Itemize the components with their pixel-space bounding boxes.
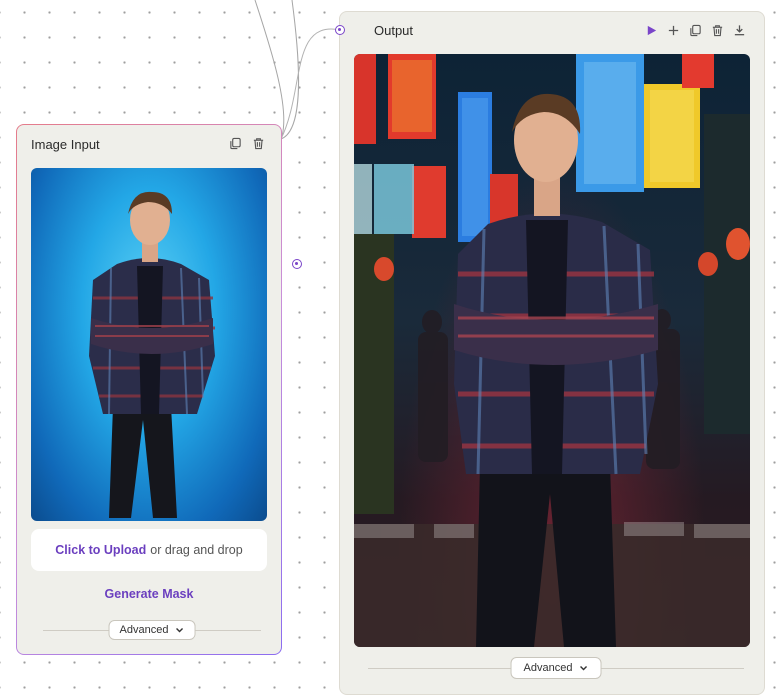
upload-hint: or drag and drop (150, 543, 243, 557)
input-image-preview[interactable] (31, 168, 267, 521)
node-toolbar (644, 23, 746, 37)
upload-dropzone[interactable]: Click to Upload or drag and drop (31, 529, 267, 571)
node-title: Output (374, 23, 414, 38)
trash-icon[interactable] (251, 136, 265, 150)
plus-icon[interactable] (666, 23, 680, 37)
connection-wire (280, 28, 341, 140)
play-icon[interactable] (644, 23, 658, 37)
connection-wire (254, 0, 285, 140)
trash-icon[interactable] (710, 23, 724, 37)
chevron-down-icon (579, 666, 587, 671)
copy-icon[interactable] (228, 136, 242, 150)
output-port[interactable] (292, 259, 302, 269)
output-node[interactable]: Output Advanced (339, 11, 765, 695)
chevron-down-icon (175, 628, 183, 633)
advanced-toggle-button[interactable]: Advanced (108, 620, 196, 640)
advanced-label: Advanced (523, 662, 573, 674)
node-title: Image Input (31, 137, 100, 152)
copy-icon[interactable] (688, 23, 702, 37)
advanced-toggle-button[interactable]: Advanced (510, 657, 602, 679)
advanced-label: Advanced (119, 624, 169, 636)
connection-wire (280, 0, 300, 140)
download-icon[interactable] (732, 23, 746, 37)
generate-mask-button[interactable]: Generate Mask (17, 587, 281, 601)
image-input-node[interactable]: Image Input Click to Upload or drag and … (16, 124, 302, 655)
node-toolbar (228, 136, 265, 150)
advanced-divider: Advanced (43, 620, 261, 640)
input-port[interactable] (335, 25, 345, 35)
output-image-preview[interactable] (354, 54, 750, 647)
advanced-divider: Advanced (368, 657, 744, 679)
upload-link[interactable]: Click to Upload (55, 543, 146, 557)
